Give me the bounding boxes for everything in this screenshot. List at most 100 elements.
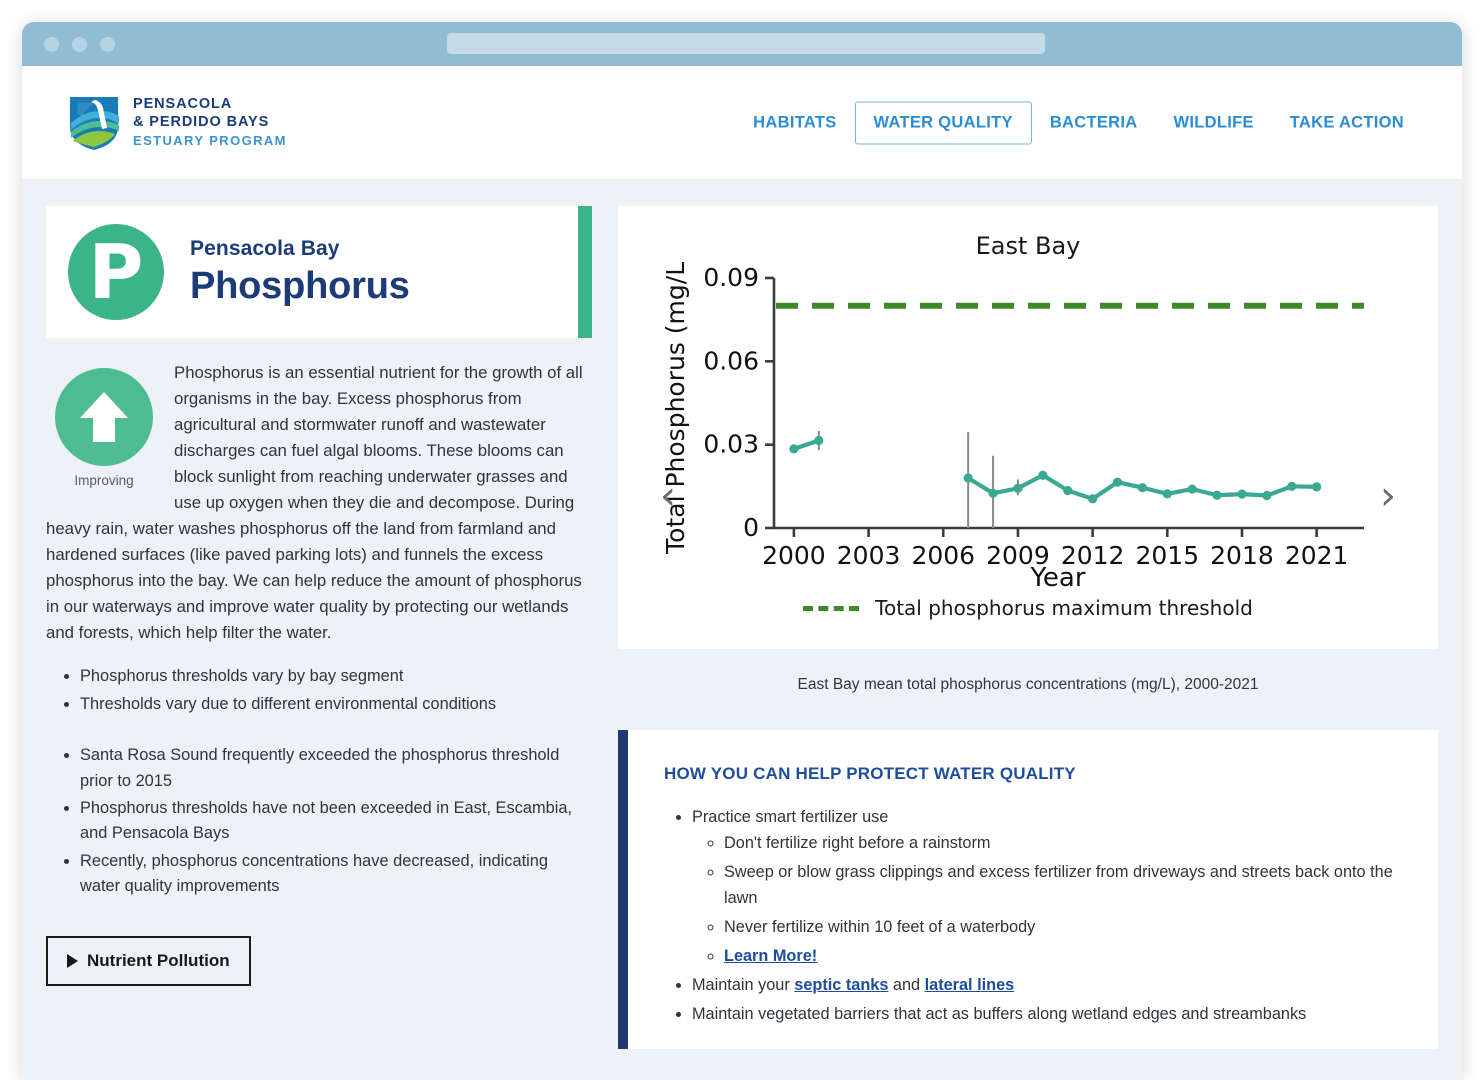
legend-dash-icon [803,605,860,611]
nav-item-take-action[interactable]: TAKE ACTION [1272,102,1422,143]
list-item: Santa Rosa Sound frequently exceeded the… [80,743,592,794]
legend-label-threshold: Total phosphorus maximum threshold [875,596,1253,620]
x-axis-label: Year [1029,563,1085,590]
list-item: Never fertilize within 10 feet of a wate… [724,914,1408,940]
data-point [1187,484,1197,494]
x-tick-label: 2000 [762,541,826,570]
title-text-block: Pensacola Bay Phosphorus [190,237,410,308]
nutrient-pollution-button[interactable]: Nutrient Pollution [46,935,251,986]
site-logo[interactable]: PENSACOLA & PERDIDO BAYS ESTUARY PROGRAM [68,94,287,152]
y-tick-label: 0.03 [703,430,759,459]
trend-indicator: Improving [52,368,156,488]
data-point [963,473,973,483]
data-point [1287,481,1297,491]
bullet-group-2: Santa Rosa Sound frequently exceeded the… [80,743,592,900]
logo-line-3: ESTUARY PROGRAM [133,133,287,149]
nutrient-pollution-label: Nutrient Pollution [87,950,230,970]
address-bar[interactable] [447,33,1045,54]
data-point [789,444,799,454]
list-item: Practice smart fertilizer use Don't fert… [692,804,1408,969]
help-list-level-2: Don't fertilize right before a rainstorm… [724,830,1408,969]
site-header: PENSACOLA & PERDIDO BAYS ESTUARY PROGRAM… [22,66,1462,180]
x-tick-label: 2006 [911,541,975,570]
y-tick-label: 0 [743,513,759,542]
browser-titlebar [22,22,1462,66]
carousel-prev-icon[interactable]: ‹ [660,476,676,516]
x-tick-label: 2021 [1285,541,1349,570]
page-title: Phosphorus [190,264,410,307]
x-tick-label: 2018 [1210,541,1274,570]
right-column: East Bay ‹ › 0 0.03 0.06 0.09 2000 2003 2006 20… [618,206,1438,1080]
main-navigation: HABITATS WATER QUALITY BACTERIA WILDLIFE… [735,101,1422,144]
nav-item-wildlife[interactable]: WILDLIFE [1155,102,1271,143]
chart-caption: East Bay mean total phosphorus concentra… [797,676,1259,693]
list-item: Maintain vegetated barriers that act as … [692,1001,1408,1027]
estuary-shield-icon [70,96,119,150]
nav-item-water-quality[interactable]: WATER QUALITY [854,101,1032,144]
indicator-title-card: P Pensacola Bay Phosphorus [46,206,592,338]
data-point [1212,490,1222,500]
window-minimize-dot[interactable] [72,36,87,52]
trend-label: Improving [74,473,134,488]
list-item: Phosphorus thresholds have not been exce… [80,796,592,847]
help-item-joiner: and [888,976,925,995]
learn-more-link[interactable]: Learn More! [724,947,817,965]
help-item-prefix: Maintain your [692,976,795,995]
screenshot-root: PENSACOLA & PERDIDO BAYS ESTUARY PROGRAM… [0,0,1483,1080]
help-list-level-1: Practice smart fertilizer use Don't fert… [692,804,1408,1028]
lateral-lines-link[interactable]: lateral lines [925,976,1015,994]
nav-item-habitats[interactable]: HABITATS [735,102,854,143]
up-arrow-icon [80,392,128,442]
browser-window: PENSACOLA & PERDIDO BAYS ESTUARY PROGRAM… [22,22,1462,1080]
indicator-body: Improving Phosphorus is an essential nut… [46,360,592,986]
data-point [1063,485,1073,496]
bay-subtitle: Pensacola Bay [190,236,340,260]
window-maximize-dot[interactable] [100,36,115,52]
data-point [1137,483,1148,493]
help-panel: HOW YOU CAN HELP PROTECT WATER QUALITY P… [618,730,1438,1049]
x-tick-label: 2003 [837,541,901,570]
help-panel-list: Practice smart fertilizer use Don't fert… [664,804,1408,1028]
data-point [1162,489,1172,499]
help-panel-title: HOW YOU CAN HELP PROTECT WATER QUALITY [664,764,1076,783]
list-item: Recently, phosphorus concentrations have… [80,849,592,900]
list-item: Maintain your septic tanks and lateral l… [692,972,1408,998]
bullet-group-1: Phosphorus thresholds vary by bay segmen… [80,664,592,717]
phosphorus-badge: P [68,224,164,320]
page-body: P Pensacola Bay Phosphorus Improving Pho… [22,180,1462,1080]
logo-line-2: & PERDIDO BAYS [133,113,270,130]
carousel-next-icon[interactable]: › [1380,476,1396,516]
logo-wordmark: PENSACOLA & PERDIDO BAYS ESTUARY PROGRAM [133,96,287,149]
data-point [1312,482,1322,492]
play-icon [67,953,78,968]
data-point [988,488,998,498]
list-item: Thresholds vary due to different environ… [80,692,592,717]
data-point [1262,490,1272,501]
accent-bar [578,206,592,338]
chart-plot-area: ‹ › 0 0.03 0.06 0.09 2000 2003 2006 2009 2012 201… [618,252,1438,593]
chart-legend: Total phosphorus maximum threshold [618,596,1438,620]
data-point [814,435,824,446]
help-item-text: Practice smart fertilizer use [692,808,889,826]
y-tick-label: 0.09 [703,263,759,292]
list-item: Sweep or blow grass clippings and excess… [724,859,1408,911]
window-close-dot[interactable] [44,36,59,52]
data-point [1112,477,1123,487]
x-tick-label: 2015 [1135,541,1199,570]
list-item: Phosphorus thresholds vary by bay segmen… [80,664,592,689]
data-point [1237,489,1247,499]
nav-item-bacteria[interactable]: BACTERIA [1032,102,1156,143]
septic-tanks-link[interactable]: septic tanks [794,976,888,994]
trend-circle [55,368,153,466]
logo-line-1: PENSACOLA [133,95,233,112]
y-tick-label: 0.06 [703,346,759,375]
phosphorus-line-chart: 00.030.060.092000 2003 2006 2009 2012 2015 201… [661,252,1364,593]
indicator-bullets: Phosphorus thresholds vary by bay segmen… [46,664,592,899]
chart-card: East Bay ‹ › 0 0.03 0.06 0.09 2000 2003 2006 20… [618,206,1438,649]
data-point [1088,494,1098,504]
data-point [1013,483,1023,493]
chart-title: East Bay [975,232,1081,260]
left-column: P Pensacola Bay Phosphorus Improving Pho… [46,206,592,1080]
data-point [1038,470,1048,480]
list-item: Learn More! [724,943,1408,969]
